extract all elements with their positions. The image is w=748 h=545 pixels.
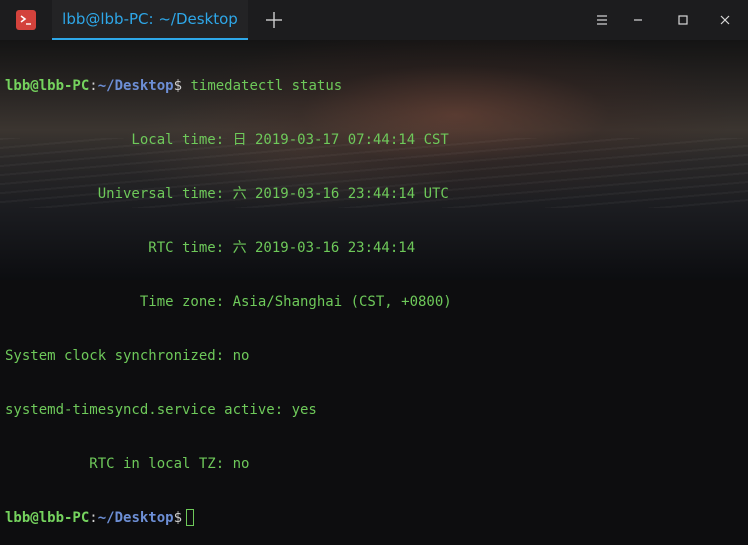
- minimize-icon: [634, 19, 642, 21]
- minimize-button[interactable]: [626, 8, 650, 32]
- terminal-icon[interactable]: [16, 10, 36, 30]
- menu-button[interactable]: [590, 8, 614, 32]
- prompt-separator: :: [89, 78, 98, 94]
- prompt-path: ~/Desktop: [97, 510, 174, 526]
- prompt-line[interactable]: lbb@lbb-PC:~/Desktop$: [5, 509, 452, 527]
- prompt-symbol: $: [173, 78, 183, 94]
- output-line: System clock synchronized: no: [5, 348, 250, 364]
- text-cursor: [186, 509, 195, 526]
- tab-title: lbb@lbb-PC: ~/Desktop: [62, 10, 238, 28]
- close-button[interactable]: [713, 8, 737, 32]
- output-line: RTC time: 六 2019-03-16 23:44:14: [5, 240, 416, 256]
- command-text: timedatectl status: [190, 78, 343, 94]
- terminal-output[interactable]: lbb@lbb-PC:~/Desktop$ timedatectl status…: [5, 41, 452, 545]
- maximize-button[interactable]: [671, 8, 695, 32]
- prompt-user: lbb@lbb-PC: [5, 78, 90, 94]
- output-line: Universal time: 六 2019-03-16 23:44:14 UT…: [5, 186, 449, 202]
- output-line: Time zone: Asia/Shanghai (CST, +0800): [5, 294, 452, 310]
- prompt-user: lbb@lbb-PC: [5, 510, 90, 526]
- command-line: lbb@lbb-PC:~/Desktop$ timedatectl status: [5, 77, 452, 95]
- maximize-icon: [678, 15, 688, 25]
- title-bar: lbb@lbb-PC: ~/Desktop: [0, 0, 748, 40]
- output-line: RTC in local TZ: no: [5, 456, 250, 472]
- menu-icon: [597, 15, 607, 25]
- output-line: Local time: 日 2019-03-17 07:44:14 CST: [5, 132, 449, 148]
- prompt-separator: :: [89, 510, 98, 526]
- prompt-path: ~/Desktop: [97, 78, 174, 94]
- new-tab-button[interactable]: [262, 8, 286, 32]
- tab-terminal[interactable]: lbb@lbb-PC: ~/Desktop: [52, 0, 248, 40]
- output-line: systemd-timesyncd.service active: yes: [5, 402, 317, 418]
- prompt-symbol: $: [173, 510, 183, 526]
- close-icon: [720, 15, 730, 25]
- plus-icon: [266, 12, 282, 28]
